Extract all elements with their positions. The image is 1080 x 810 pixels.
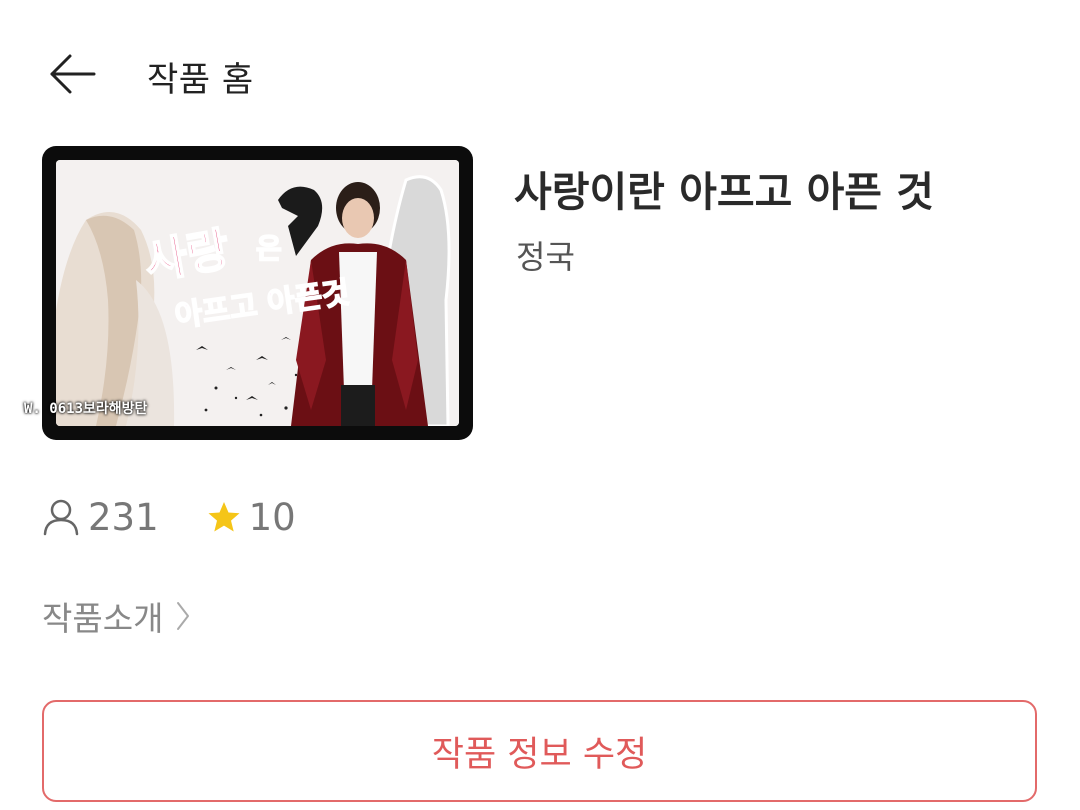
person-icon (43, 499, 79, 536)
readers-count: 231 (88, 495, 159, 539)
edit-work-info-label: 작품 정보 수정 (431, 734, 648, 775)
rating-value: 10 (248, 495, 296, 539)
work-stats: 231 10 (42, 494, 296, 540)
edit-work-info-button[interactable]: 작품 정보 수정 (42, 700, 1037, 802)
star-icon (208, 502, 240, 532)
arrow-left-icon (50, 54, 96, 94)
app-header: 작품 홈 (0, 0, 1080, 140)
svg-text:은: 은 (256, 232, 282, 265)
cover-credit: W. 0613보라해방탄 (24, 401, 148, 417)
work-intro-label: 작품소개 (42, 599, 164, 638)
readers-stat: 231 (42, 496, 159, 539)
page-title: 작품 홈 (147, 60, 254, 100)
book-cover[interactable]: 사랑 은 아프고 아픈것 (42, 146, 473, 440)
work-intro-link[interactable]: 작품소개 (42, 592, 191, 640)
work-author[interactable]: 정국 (516, 232, 575, 278)
back-button[interactable] (44, 48, 100, 100)
chevron-right-icon (177, 602, 190, 630)
rating-stat: 10 (207, 496, 296, 539)
work-title: 사랑이란 아프고 아픈 것 (514, 168, 935, 216)
book-cover-image: 사랑 은 아프고 아픈것 (56, 160, 459, 426)
work-home-screen: 작품 홈 사랑 은 아프고 아픈것 W. 0613보라해방탄 사랑이란 아프고 … (0, 0, 1080, 810)
